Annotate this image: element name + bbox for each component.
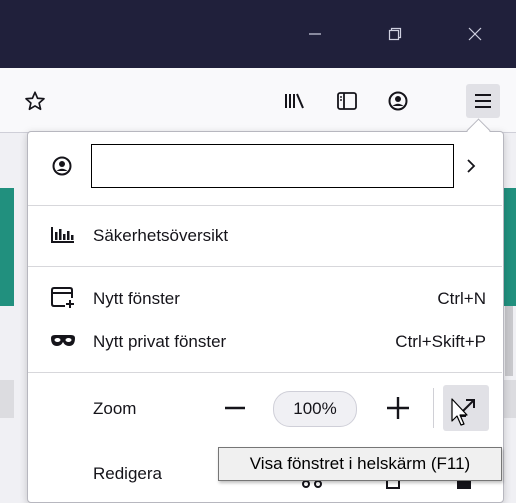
zoom-label: Zoom [93,399,137,418]
account-button[interactable] [381,84,415,118]
new-window-icon [51,287,74,308]
star-icon [25,91,45,111]
menu-separator [28,266,502,267]
zoom-separator [433,388,434,428]
menu-item-label: Nytt privat fönster [93,332,227,351]
menu-item-shortcut: Ctrl+Skift+P [395,332,486,351]
menu-item-shortcut: Ctrl+N [437,289,486,308]
page-background-band [0,380,14,418]
menu-item-label: Säkerhetsöversikt [93,226,229,245]
account-name-field[interactable] [91,144,454,188]
sidebar-button[interactable] [330,84,364,118]
library-icon [285,93,304,109]
menu-item-label: Nytt fönster [93,289,180,308]
bookmark-star-button[interactable] [18,84,52,118]
menu-separator [28,205,502,206]
sidebar-icon [337,92,357,110]
private-mask-icon [51,335,75,346]
zoom-in-button[interactable] [384,394,412,422]
account-icon [52,156,72,176]
mouse-cursor-icon [451,398,468,426]
restore-button[interactable] [370,0,420,68]
bar-chart-icon [51,227,74,243]
navigation-toolbar [0,68,516,133]
library-button[interactable] [278,84,312,118]
hamburger-menu-icon [475,94,491,108]
close-button[interactable] [450,0,500,68]
zoom-reset-button[interactable]: 100% [273,391,357,427]
page-background-accent [0,188,14,306]
zoom-out-button[interactable] [222,392,248,424]
page-background-band-right [502,380,516,418]
window-titlebar [0,0,516,68]
chevron-right-icon [467,159,476,173]
open-menu-button[interactable] [466,84,500,118]
plus-icon [387,397,409,419]
edit-label: Redigera [93,464,162,483]
fullscreen-tooltip: Visa fönstret i helskärm (F11) [218,447,502,481]
page-scrollbar-thumb[interactable] [505,306,513,376]
minus-icon [225,406,245,410]
minimize-button[interactable] [290,0,340,68]
minimize-icon [309,33,321,35]
menu-separator [28,372,502,373]
close-icon [468,27,482,41]
restore-icon [388,27,402,41]
page-background-accent-right [502,188,516,306]
account-icon [388,91,408,111]
